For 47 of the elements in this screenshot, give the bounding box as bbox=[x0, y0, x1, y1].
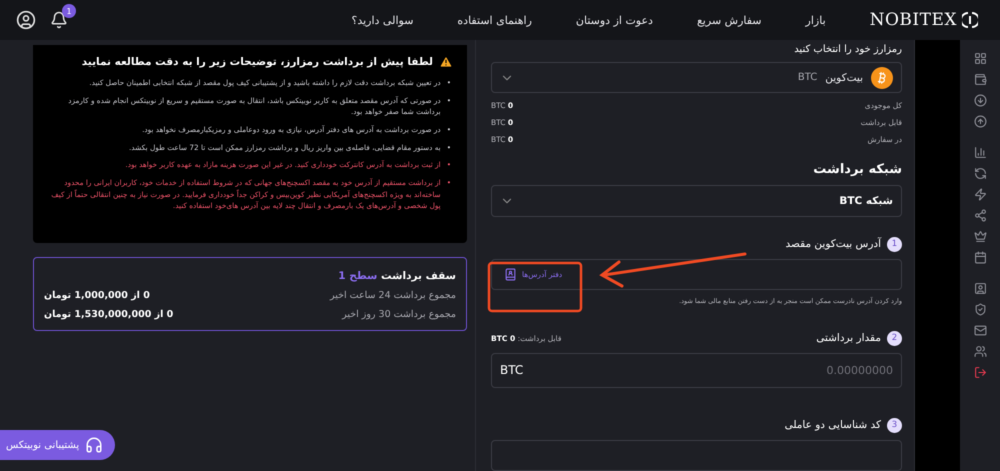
wallet-icon[interactable] bbox=[974, 73, 986, 86]
nav-link[interactable]: سفارش سریع bbox=[696, 14, 762, 26]
twofa-field[interactable] bbox=[491, 440, 902, 471]
support-button[interactable]: پشتیبانی نوبیتکس bbox=[0, 430, 116, 460]
arrow-down-circle-icon[interactable] bbox=[974, 94, 986, 107]
shield-icon[interactable] bbox=[974, 303, 986, 316]
step-label: کد شناسایی دو عاملی bbox=[784, 419, 881, 432]
network-title: شبکه برداشت bbox=[812, 162, 902, 178]
nav-link[interactable]: دعوت از دوستان bbox=[576, 14, 653, 26]
coin-label: رمزارز خود را انتخاب کنید bbox=[793, 44, 902, 55]
grid-icon[interactable] bbox=[974, 52, 986, 65]
chart-icon[interactable] bbox=[974, 146, 986, 159]
step-label: آدرس بیت‌کوین مقصد bbox=[786, 238, 881, 250]
headset-icon bbox=[85, 436, 104, 454]
bitcoin-icon bbox=[871, 66, 893, 89]
arrow-up-circle-icon[interactable] bbox=[974, 115, 986, 128]
logo[interactable]: NOBITEX bbox=[870, 10, 978, 30]
step-label: مقدار برداشتی bbox=[816, 332, 881, 344]
currency-label: BTC bbox=[500, 362, 524, 377]
warning-icon bbox=[439, 55, 453, 69]
user-card-icon[interactable] bbox=[974, 282, 986, 295]
network-select[interactable]: شبکه BTC bbox=[491, 185, 902, 216]
nav-link[interactable]: سوالی دارید؟ bbox=[352, 14, 414, 26]
logo-icon bbox=[962, 11, 978, 29]
account-icon[interactable] bbox=[16, 10, 36, 30]
users-icon[interactable] bbox=[974, 345, 986, 358]
step-number: 1 bbox=[887, 236, 902, 252]
lightning-icon[interactable] bbox=[974, 188, 986, 201]
limit-value: 0 از 1,530,000,000 تومان bbox=[44, 309, 174, 320]
warning-title: لطفا پیش از برداشت رمزارز، توضیحات زیر را به دقت مطالعه نمایید bbox=[82, 56, 433, 68]
step-number: 3 bbox=[887, 418, 902, 433]
dots-icon[interactable] bbox=[974, 209, 986, 222]
mail-icon[interactable] bbox=[974, 324, 986, 337]
step-number: 2 bbox=[887, 330, 902, 346]
limit-label: مجموع برداشت 24 ساعت اخیر bbox=[330, 290, 456, 301]
bell-icon[interactable] bbox=[50, 11, 68, 29]
crown-icon[interactable] bbox=[974, 230, 986, 243]
notification-badge: 1 bbox=[62, 4, 76, 18]
refresh-icon[interactable] bbox=[974, 167, 986, 180]
logout-icon[interactable] bbox=[974, 366, 986, 379]
limit-value: 0 از 1,000,000 تومان bbox=[44, 290, 150, 301]
calendar-icon[interactable] bbox=[974, 251, 986, 264]
nav-link[interactable]: بازار bbox=[806, 14, 826, 26]
limit-label: مجموع برداشت 30 روز اخیر bbox=[342, 309, 456, 320]
address-book-icon bbox=[504, 268, 517, 281]
limit-title: سقف برداشت سطح 1 bbox=[337, 270, 456, 282]
nav-link[interactable]: راهنمای استفاده bbox=[457, 14, 532, 26]
